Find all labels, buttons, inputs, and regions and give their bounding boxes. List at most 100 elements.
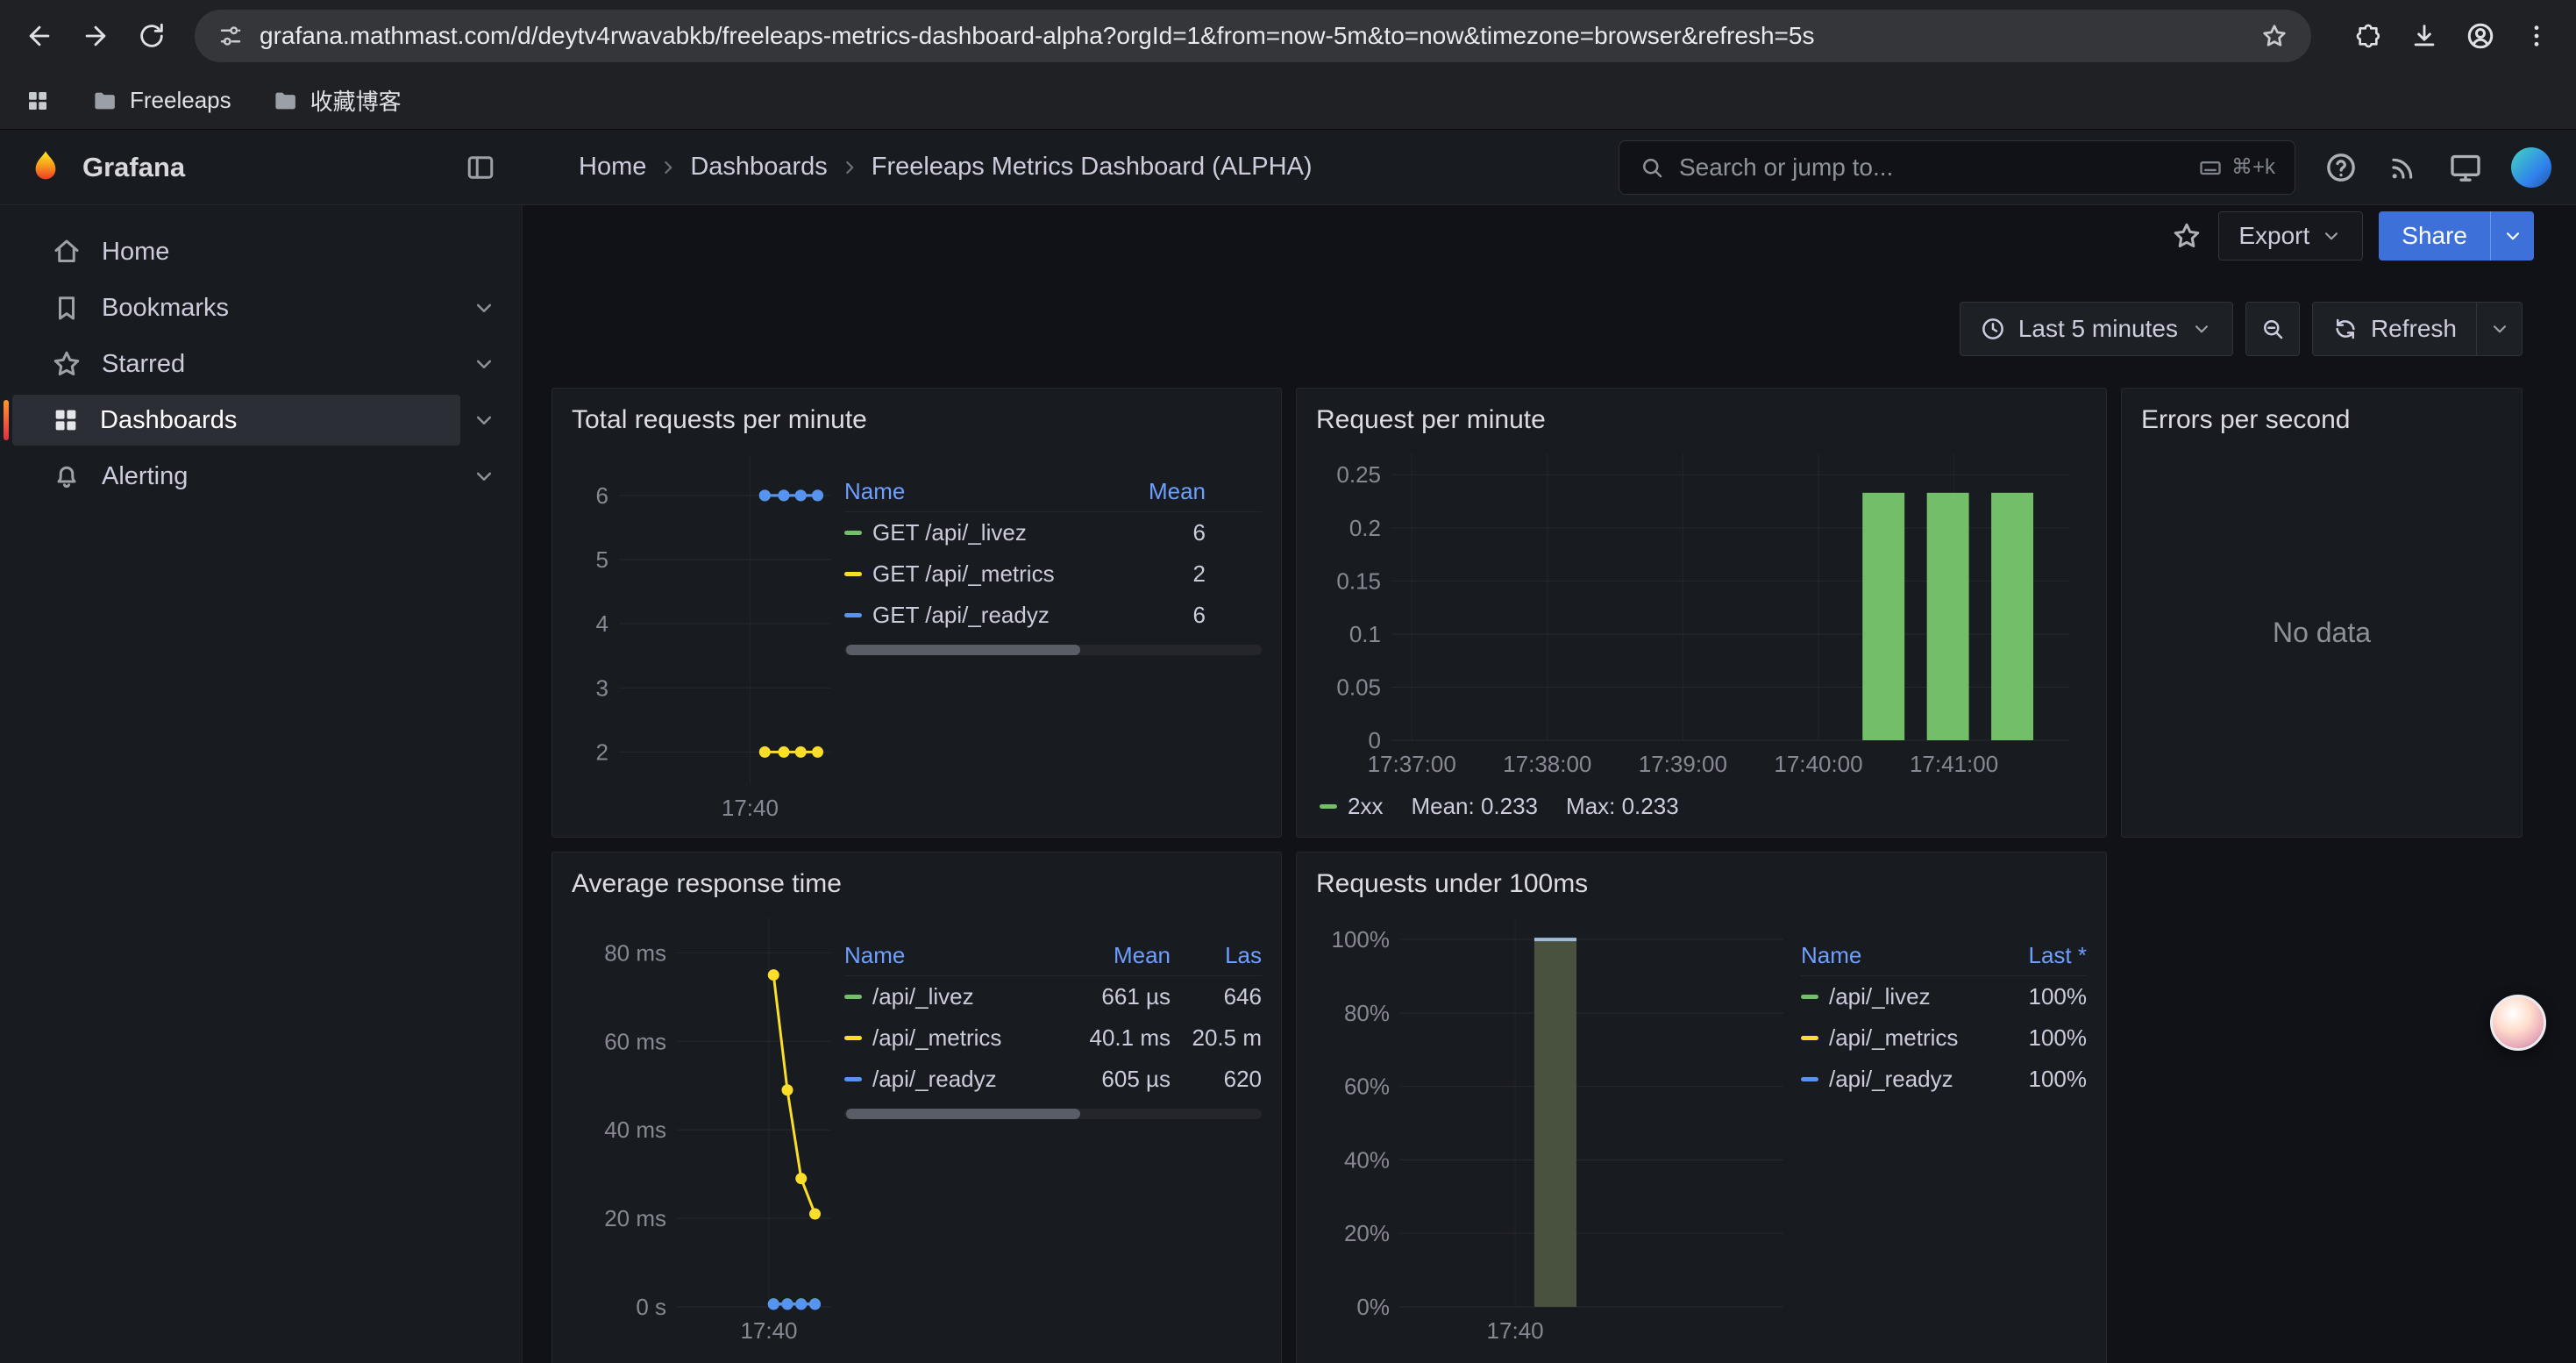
svg-text:4: 4 [596, 610, 608, 637]
legend-header-row: NameMeanLas [844, 935, 1262, 976]
legend-series-name[interactable]: GET /api/_readyz [844, 602, 1092, 629]
legend-series-name[interactable]: /api/_readyz [844, 1066, 1039, 1093]
legend-horizontal-scrollbar[interactable] [844, 1109, 1262, 1119]
legend-series-name[interactable]: GET /api/_livez [844, 519, 1092, 546]
chevron-right-icon [657, 156, 680, 179]
legend-column-header[interactable]: Name [844, 478, 1092, 505]
panel-title[interactable]: Average response time [572, 865, 1262, 903]
legend-column-header[interactable]: Mean [1092, 478, 1206, 505]
requests-per-minute-chart[interactable]: 17:37:0017:38:0017:39:0017:40:0017:41:00… [1316, 439, 2087, 787]
floating-avatar-button[interactable] [2490, 995, 2546, 1051]
scrollbar-thumb[interactable] [846, 1109, 1080, 1119]
legend-row: GET /api/_livez6 [844, 512, 1262, 553]
chevron-down-icon[interactable] [471, 407, 497, 433]
total-requests-chart[interactable]: 17:4023456 [572, 439, 844, 826]
refresh-icon [2332, 316, 2359, 342]
svg-text:17:38:00: 17:38:00 [1503, 751, 1591, 777]
extensions-button[interactable] [2343, 11, 2394, 61]
avg-response-time-chart[interactable]: 17:400 s20 ms40 ms60 ms80 ms [572, 903, 844, 1351]
chevron-down-icon[interactable] [471, 295, 497, 321]
legend-series-name[interactable]: /api/_livez [844, 983, 1039, 1010]
chevron-down-icon[interactable] [471, 463, 497, 489]
legend-column-header[interactable]: Name [1801, 942, 1973, 969]
refresh-button-group: Refresh [2312, 302, 2523, 356]
grafana-logo[interactable] [26, 148, 65, 187]
svg-text:20 ms: 20 ms [604, 1205, 666, 1231]
scrollbar-thumb[interactable] [846, 645, 1080, 655]
browser-forward-button[interactable] [70, 11, 121, 61]
export-button[interactable]: Export [2218, 211, 2363, 260]
site-info-icon[interactable] [217, 23, 244, 49]
requests-under-100ms-chart[interactable]: 17:400%20%40%60%80%100% [1316, 903, 1801, 1351]
legend-horizontal-scrollbar[interactable] [844, 645, 1262, 655]
sidebar-item-home[interactable]: Home [0, 225, 522, 279]
legend-series-name[interactable]: /api/_livez [1801, 983, 1973, 1010]
bookmarks-bar: Freeleaps 收藏博客 [0, 72, 2576, 130]
legend-series-name[interactable]: /api/_metrics [1801, 1024, 1973, 1052]
svg-text:17:41:00: 17:41:00 [1910, 751, 1998, 777]
user-avatar[interactable] [2511, 147, 2551, 188]
breadcrumb-home[interactable]: Home [579, 153, 646, 182]
browser-profile-button[interactable] [2455, 11, 2506, 61]
legend-row: /api/_livez661 µs646 [844, 976, 1262, 1017]
bookmark-folder-freeleaps[interactable]: Freeleaps [91, 87, 231, 114]
bookmark-folder-blogs[interactable]: 收藏博客 [272, 84, 402, 117]
search-icon [1639, 154, 1665, 181]
browser-refresh-button[interactable] [126, 11, 177, 61]
browser-menu-button[interactable] [2511, 11, 2562, 61]
breadcrumb-dashboards[interactable]: Dashboards [690, 153, 827, 182]
panel-title[interactable]: Errors per second [2141, 401, 2502, 439]
legend-series-name[interactable]: /api/_metrics [844, 1024, 1039, 1052]
legend-column-header[interactable]: Mean [1039, 942, 1171, 969]
svg-text:0.15: 0.15 [1336, 567, 1381, 594]
sidebar-toggle-button[interactable] [465, 152, 496, 183]
refresh-interval-dropdown[interactable] [2477, 302, 2523, 356]
panel-title[interactable]: Requests under 100ms [1316, 865, 2087, 903]
legend-value: 100% [1973, 983, 2087, 1010]
svg-text:20%: 20% [1344, 1220, 1390, 1246]
sidebar-item-starred[interactable]: Starred [0, 337, 522, 391]
legend-series-name[interactable]: GET /api/_metrics [844, 560, 1092, 588]
legend-column-header[interactable]: Las [1171, 942, 1262, 969]
keyboard-icon [2198, 155, 2223, 180]
favorite-star-button[interactable] [2171, 220, 2202, 252]
browser-back-button[interactable] [14, 11, 65, 61]
legend-column-header[interactable]: Last * [1973, 942, 2087, 969]
bookmark-star-icon[interactable] [2260, 22, 2288, 50]
sidebar-item-bookmarks[interactable]: Bookmarks [0, 281, 522, 335]
chevron-down-icon[interactable] [471, 351, 497, 377]
help-button[interactable] [2323, 150, 2359, 185]
zoom-out-button[interactable] [2245, 302, 2300, 356]
legend-series-name[interactable]: 2xx [1320, 793, 1383, 820]
news-button[interactable] [2387, 151, 2420, 184]
downloads-button[interactable] [2399, 11, 2450, 61]
display-button[interactable] [2448, 150, 2483, 185]
sidebar-item-dashboards[interactable]: Dashboards [0, 393, 522, 447]
apps-grid-icon[interactable] [25, 88, 51, 114]
panel-requests-under-100ms: Requests under 100ms 17:400%20%40%60%80%… [1296, 852, 2107, 1363]
legend-column-header[interactable]: Name [844, 942, 1039, 969]
legend-value: 661 µs [1039, 983, 1171, 1010]
panel-title[interactable]: Request per minute [1316, 401, 2087, 439]
refresh-button[interactable]: Refresh [2312, 302, 2477, 356]
brand-name: Grafana [82, 152, 185, 183]
address-bar[interactable]: grafana.mathmast.com/d/deytv4rwavabkb/fr… [195, 10, 2311, 62]
series-color-swatch [1801, 995, 1818, 999]
search-input[interactable]: Search or jump to... ⌘+k [1619, 140, 2295, 195]
share-button[interactable]: Share [2379, 211, 2490, 260]
share-dropdown-button[interactable] [2490, 211, 2534, 260]
panel-title[interactable]: Total requests per minute [572, 401, 1262, 439]
main-content: Export Share Last 5 minutes [523, 205, 2576, 1363]
url-text[interactable]: grafana.mathmast.com/d/deytv4rwavabkb/fr… [260, 22, 2245, 50]
series-color-swatch [1801, 1036, 1818, 1040]
legend-value: 6 [1092, 519, 1206, 546]
legend-row: /api/_readyz605 µs620 [844, 1059, 1262, 1100]
svg-text:40%: 40% [1344, 1146, 1390, 1173]
legend-value: 605 µs [1039, 1066, 1171, 1093]
legend-series-name[interactable]: /api/_readyz [1801, 1066, 1973, 1093]
svg-text:40 ms: 40 ms [604, 1117, 666, 1143]
zoom-out-icon [2259, 316, 2286, 342]
sidebar-item-alerting[interactable]: Alerting [0, 449, 522, 503]
svg-text:0%: 0% [1356, 1294, 1390, 1320]
time-range-picker[interactable]: Last 5 minutes [1960, 302, 2233, 356]
